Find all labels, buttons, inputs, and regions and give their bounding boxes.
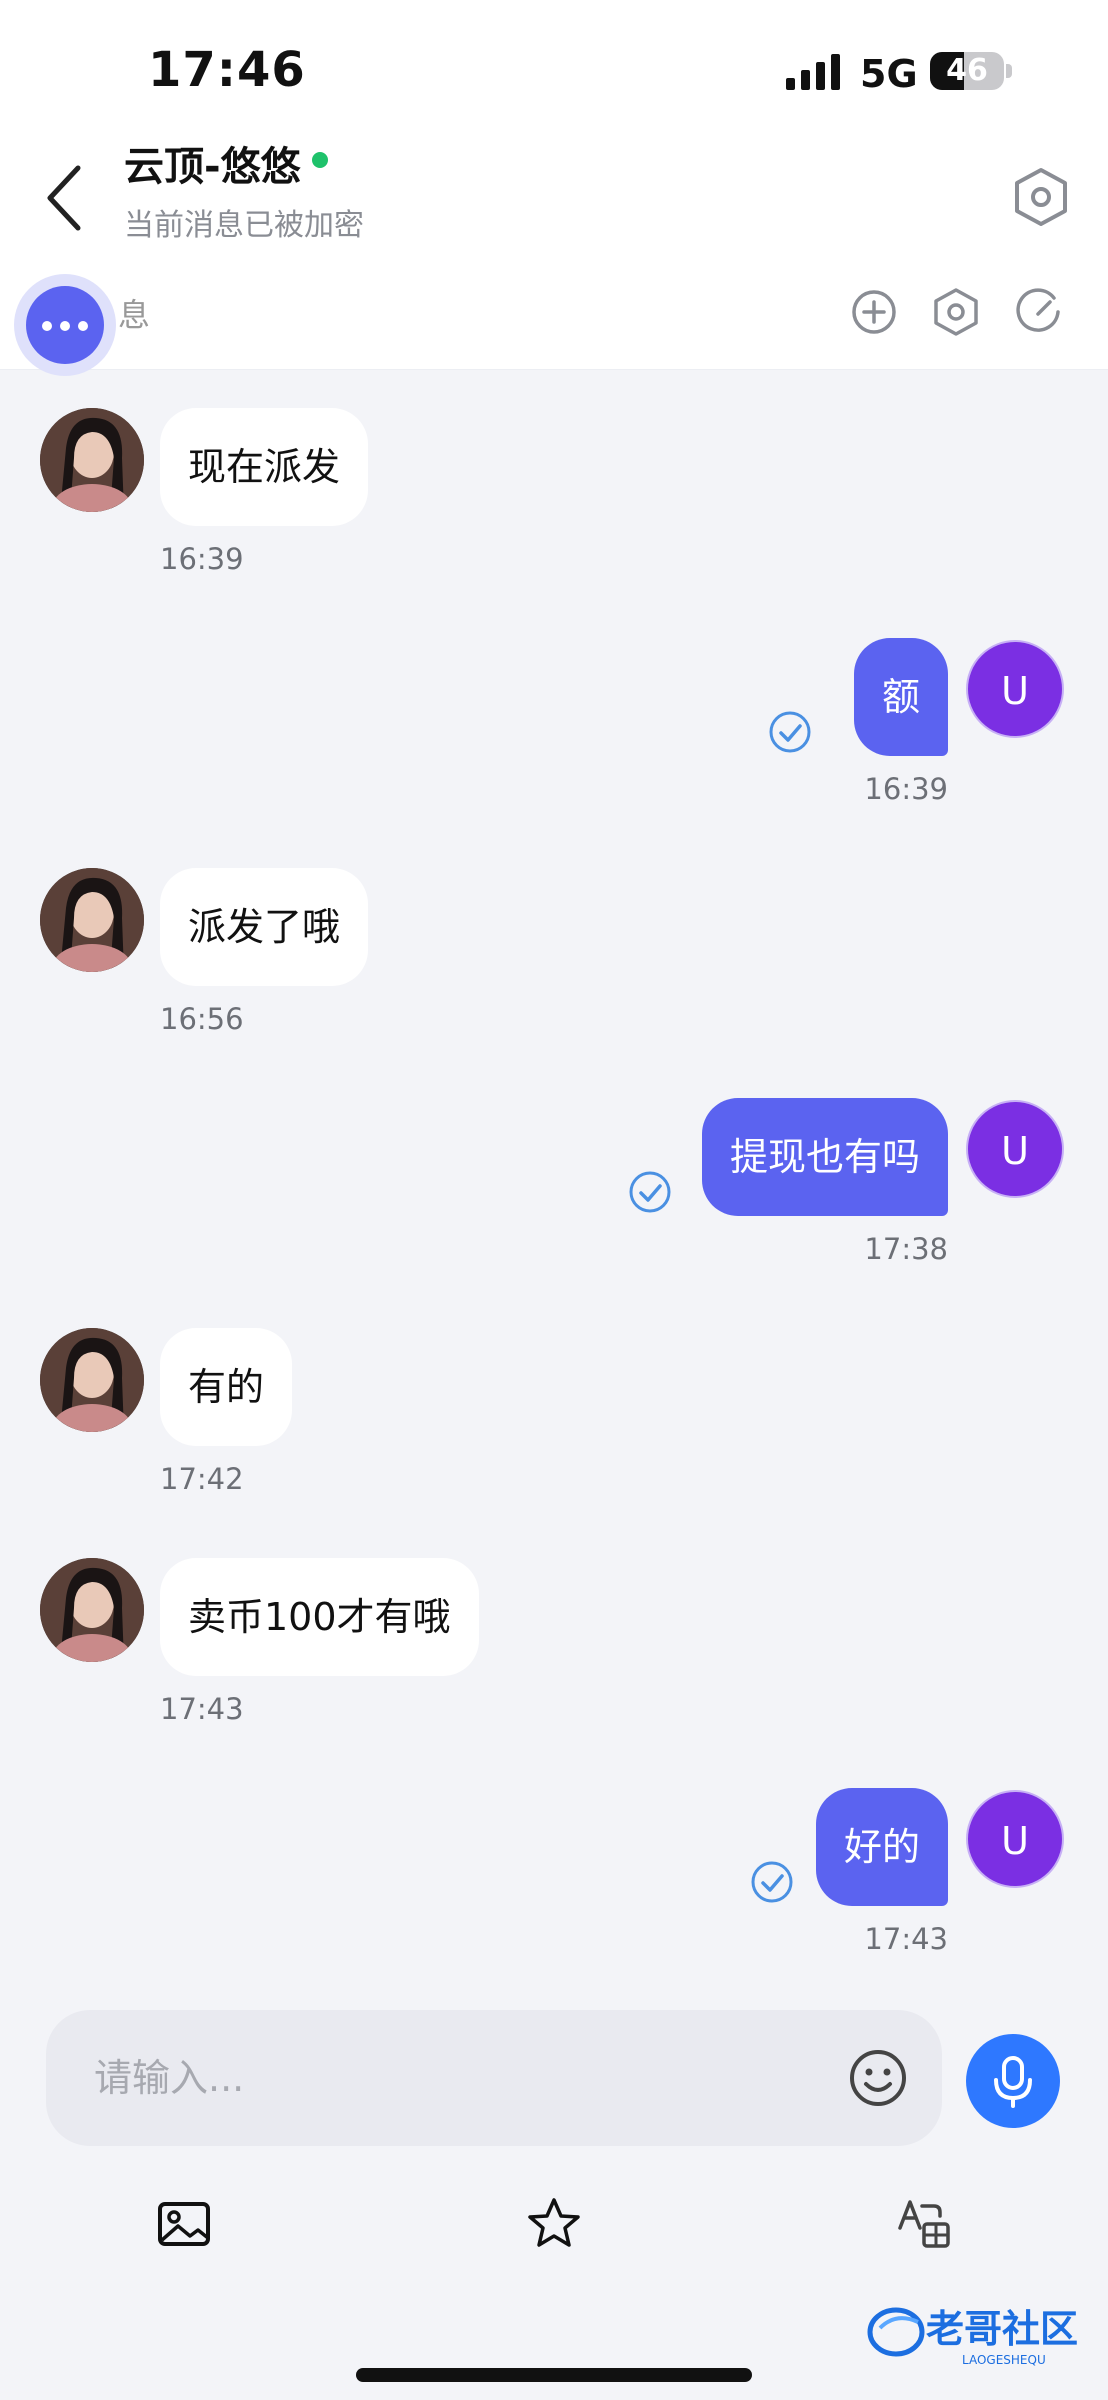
image-icon[interactable]	[154, 2194, 214, 2254]
battery-level: 46	[946, 53, 988, 88]
home-indicator[interactable]	[356, 2368, 752, 2382]
message-timestamp: 16:39	[864, 772, 948, 806]
message-input-container[interactable]	[46, 2010, 942, 2146]
user-avatar[interactable]: U	[966, 1790, 1064, 1888]
chat-header: 云顶-悠悠 当前消息已被加密	[0, 130, 1108, 260]
online-status-dot	[312, 152, 328, 168]
hexagon-settings-icon[interactable]	[928, 284, 984, 340]
gauge-icon[interactable]	[1010, 284, 1066, 340]
contact-avatar[interactable]	[40, 408, 144, 512]
read-check-icon	[751, 1861, 793, 1903]
message-list[interactable]: 现在派发 16:39 额 U 16:39 派发了哦 16:56 提现也有吗 U …	[0, 370, 1108, 1990]
outgoing-message-bubble[interactable]: 额	[853, 638, 948, 756]
outgoing-message-bubble[interactable]: 提现也有吗	[701, 1098, 948, 1216]
message-timestamp: 16:39	[160, 542, 244, 576]
chat-title[interactable]: 云顶-悠悠	[124, 134, 301, 192]
add-circle-icon[interactable]	[846, 284, 902, 340]
message-input[interactable]	[94, 2010, 854, 2146]
incoming-message-bubble[interactable]: 卖币100才有哦	[160, 1558, 479, 1676]
message-timestamp: 17:38	[864, 1232, 948, 1266]
read-check-icon	[629, 1171, 671, 1213]
signal-icon	[786, 54, 840, 90]
star-icon[interactable]	[524, 2194, 584, 2254]
user-avatar[interactable]: U	[966, 640, 1064, 738]
message-timestamp: 16:56	[160, 1002, 244, 1036]
message-timestamp: 17:43	[864, 1922, 948, 1956]
outgoing-message-bubble[interactable]: 好的	[815, 1788, 948, 1906]
read-check-icon	[769, 711, 811, 753]
composer-bar: 老哥社区 LAOGESHEQU	[0, 1992, 1108, 2400]
emoji-icon[interactable]	[846, 2046, 910, 2110]
settings-hexagon-icon[interactable]	[1012, 166, 1070, 228]
message-timestamp: 17:42	[160, 1462, 244, 1496]
battery-nub	[1006, 64, 1012, 78]
status-bar: 17:46 5G 46	[0, 0, 1108, 130]
watermark-subtext: LAOGESHEQU	[962, 2353, 1046, 2367]
watermark-logo: 老哥社区 LAOGESHEQU	[867, 2307, 1078, 2367]
microphone-icon	[994, 2056, 1032, 2108]
message-timestamp: 17:43	[160, 1692, 244, 1726]
translate-icon[interactable]	[894, 2194, 954, 2254]
watermark-text: 老哥社区	[926, 2307, 1078, 2351]
more-dots-icon	[26, 286, 104, 364]
encryption-notice: 当前消息已被加密	[124, 208, 364, 243]
incoming-message-bubble[interactable]: 现在派发	[160, 408, 369, 526]
voice-record-button[interactable]	[966, 2034, 1060, 2128]
more-floating-button[interactable]	[14, 274, 116, 376]
back-button[interactable]	[34, 160, 94, 236]
battery-icon: 46	[930, 52, 1004, 90]
network-type: 5G	[860, 52, 918, 96]
contact-avatar[interactable]	[40, 1328, 144, 1432]
incoming-message-bubble[interactable]: 有的	[160, 1328, 293, 1446]
user-avatar[interactable]: U	[966, 1100, 1064, 1198]
incoming-message-bubble[interactable]: 派发了哦	[160, 868, 369, 986]
contact-avatar[interactable]	[40, 868, 144, 972]
status-time: 17:46	[148, 42, 306, 98]
chat-toolbar: 息	[0, 260, 1108, 376]
contact-avatar[interactable]	[40, 1558, 144, 1662]
toolbar-label-partial: 息	[118, 296, 151, 334]
